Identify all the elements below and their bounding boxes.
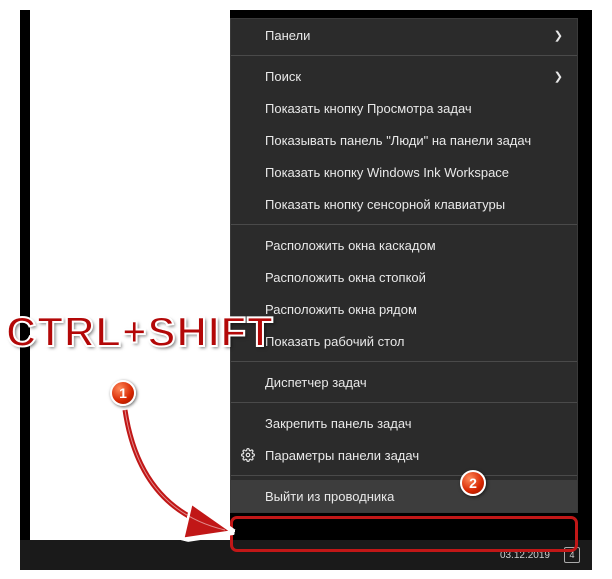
menu-item-taskview[interactable]: Показать кнопку Просмотра задач — [231, 92, 577, 124]
chevron-right-icon: ❯ — [554, 29, 563, 42]
menu-item-exit-explorer[interactable]: Выйти из проводника — [231, 480, 577, 512]
menu-label: Панели — [265, 28, 554, 43]
menu-item-task-manager[interactable]: Диспетчер задач — [231, 366, 577, 398]
menu-label: Выйти из проводника — [265, 489, 563, 504]
menu-item-search[interactable]: Поиск ❯ — [231, 60, 577, 92]
menu-item-show-desktop[interactable]: Показать рабочий стол — [231, 325, 577, 357]
menu-label: Показать рабочий стол — [265, 334, 563, 349]
menu-label: Диспетчер задач — [265, 375, 563, 390]
menu-item-ink[interactable]: Показать кнопку Windows Ink Workspace — [231, 156, 577, 188]
separator — [231, 224, 577, 225]
menu-item-touch-keyboard[interactable]: Показать кнопку сенсорной клавиатуры — [231, 188, 577, 220]
taskbar-context-menu: Панели ❯ Поиск ❯ Показать кнопку Просмот… — [230, 18, 578, 513]
taskbar[interactable]: 03.12.2019 4 — [20, 540, 592, 570]
separator — [231, 402, 577, 403]
tray-date[interactable]: 03.12.2019 — [500, 550, 550, 561]
menu-label: Параметры панели задач — [265, 448, 563, 463]
chevron-right-icon: ❯ — [554, 70, 563, 83]
menu-item-taskbar-settings[interactable]: Параметры панели задач — [231, 439, 577, 471]
notification-icon[interactable]: 4 — [564, 547, 580, 563]
separator — [231, 55, 577, 56]
separator — [231, 475, 577, 476]
menu-label: Расположить окна каскадом — [265, 238, 563, 253]
menu-label: Показывать панель "Люди" на панели задач — [265, 133, 563, 148]
separator — [231, 361, 577, 362]
menu-item-panels[interactable]: Панели ❯ — [231, 19, 577, 51]
menu-item-stacked[interactable]: Расположить окна стопкой — [231, 261, 577, 293]
gear-icon — [241, 448, 255, 462]
menu-label: Показать кнопку сенсорной клавиатуры — [265, 197, 563, 212]
menu-item-people[interactable]: Показывать панель "Люди" на панели задач — [231, 124, 577, 156]
menu-item-sidebyside[interactable]: Расположить окна рядом — [231, 293, 577, 325]
menu-item-lock-taskbar[interactable]: Закрепить панель задач — [231, 407, 577, 439]
menu-label: Закрепить панель задач — [265, 416, 563, 431]
menu-label: Расположить окна рядом — [265, 302, 563, 317]
menu-label: Показать кнопку Windows Ink Workspace — [265, 165, 563, 180]
menu-item-cascade[interactable]: Расположить окна каскадом — [231, 229, 577, 261]
menu-label: Показать кнопку Просмотра задач — [265, 101, 563, 116]
menu-label: Расположить окна стопкой — [265, 270, 563, 285]
background-window — [30, 10, 230, 540]
menu-label: Поиск — [265, 69, 554, 84]
